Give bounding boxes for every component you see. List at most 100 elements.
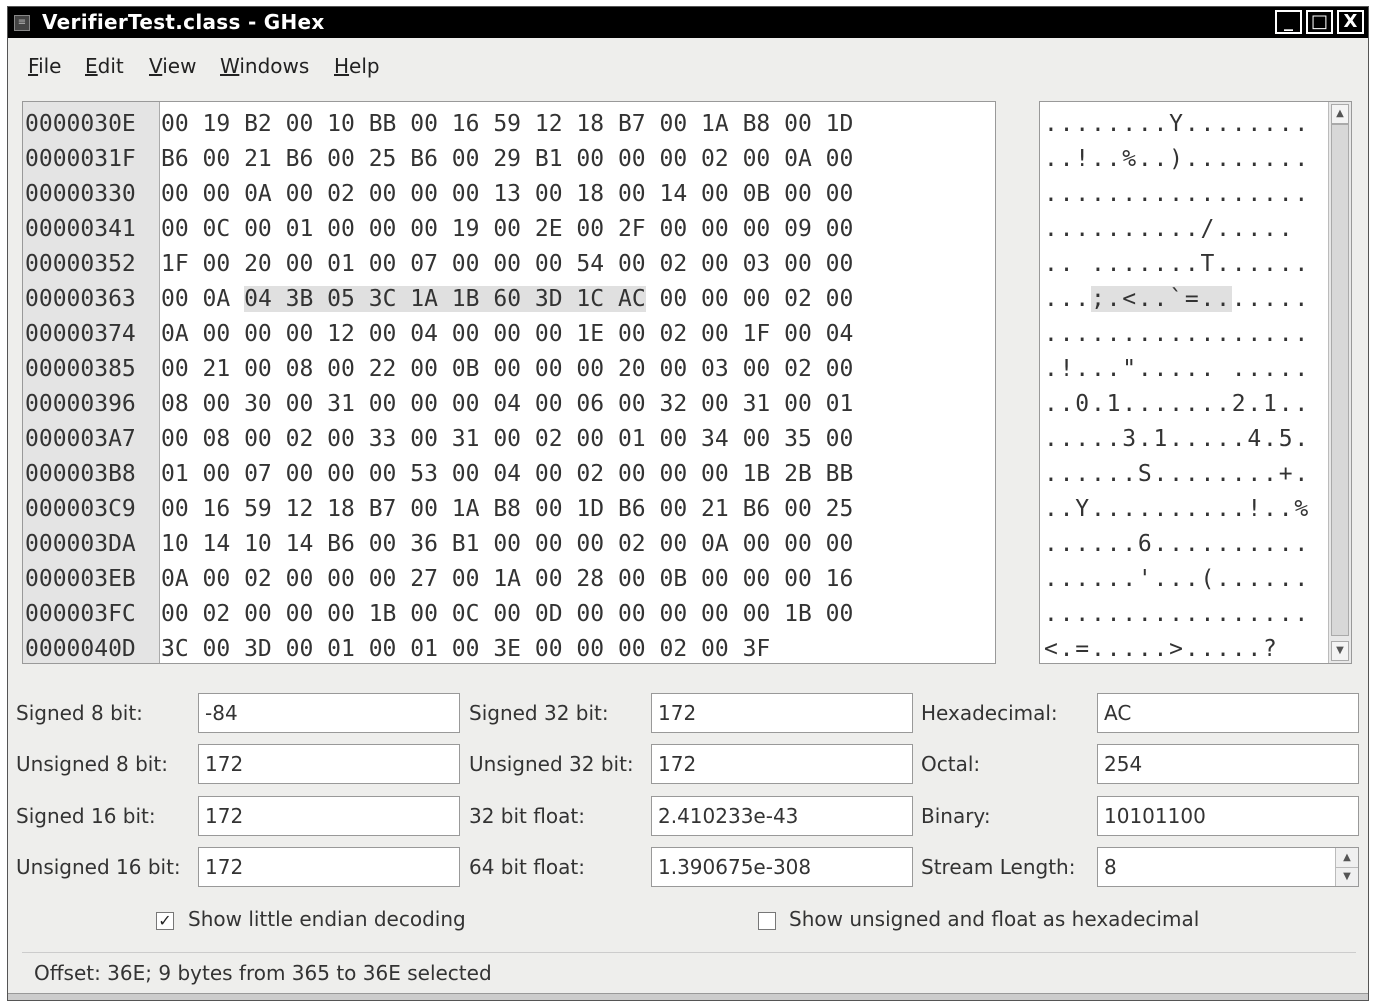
minimize-button[interactable]: _ — [1275, 10, 1302, 34]
row-offset: 0000040D — [25, 636, 136, 662]
row-hex-bytes[interactable]: B6 00 21 B6 00 25 B6 00 29 B1 00 00 00 0… — [161, 142, 853, 177]
scrollbar-thumb[interactable] — [1331, 124, 1349, 636]
hexadecimal-field[interactable]: AC — [1097, 693, 1359, 733]
row-hex-bytes[interactable]: 01 00 07 00 00 00 53 00 04 00 02 00 00 0… — [161, 457, 853, 492]
spin-buttons[interactable]: ▲ ▼ — [1335, 848, 1358, 886]
row-offset: 000003C9 — [25, 496, 136, 522]
window-bottom-edge — [8, 993, 1368, 1000]
row-hex-bytes[interactable]: 3C 00 3D 00 01 00 01 00 3E 00 00 00 02 0… — [161, 632, 770, 663]
maximize-button[interactable]: □ — [1306, 10, 1333, 34]
menu-help[interactable]: Help — [334, 54, 380, 78]
row-hex-bytes[interactable]: 00 21 00 08 00 22 00 0B 00 00 00 20 00 0… — [161, 352, 853, 387]
row-offset: 00000385 — [25, 356, 136, 382]
row-hex-bytes[interactable]: 00 16 59 12 18 B7 00 1A B8 00 1D B6 00 2… — [161, 492, 853, 527]
row-hex-bytes[interactable]: 0A 00 02 00 00 00 27 00 1A 00 28 00 0B 0… — [161, 562, 853, 597]
row-offset: 000003A7 — [25, 426, 136, 452]
row-hex-bytes[interactable]: 10 14 10 14 B6 00 36 B1 00 00 00 02 00 0… — [161, 527, 853, 562]
ascii-row[interactable]: ................. — [1044, 317, 1310, 352]
ascii-row[interactable]: ........../..... — [1044, 212, 1294, 247]
spin-up-icon[interactable]: ▲ — [1336, 848, 1358, 868]
row-hex-bytes[interactable]: 00 08 00 02 00 33 00 31 00 02 00 01 00 3… — [161, 422, 853, 457]
close-button[interactable]: X — [1337, 10, 1364, 34]
status-text: Offset: 36E; 9 bytes from 365 to 36E sel… — [34, 961, 492, 985]
signed-8-field[interactable]: -84 — [198, 693, 460, 733]
unsigned-16-label: Unsigned 16 bit: — [16, 855, 181, 879]
hexadecimal-label: Hexadecimal: — [921, 701, 1058, 725]
stream-length-spinner[interactable]: 8 ▲ ▼ — [1097, 847, 1359, 887]
ascii-chars[interactable]: ..... — [1232, 286, 1310, 312]
status-bar: Offset: 36E; 9 bytes from 365 to 36E sel… — [22, 952, 1356, 993]
scroll-down-icon[interactable]: ▼ — [1331, 641, 1349, 661]
row-hex-bytes[interactable]: 00 0A 04 3B 05 3C 1A 1B 60 3D 1C AC 00 0… — [161, 282, 853, 317]
ascii-row[interactable]: ..Y..........!..% — [1044, 492, 1310, 527]
row-offset: 00000352 — [25, 251, 136, 277]
ascii-row[interactable]: .!..."..... ..... — [1044, 352, 1310, 387]
ascii-row[interactable]: ......6.......... — [1044, 527, 1310, 562]
ascii-row[interactable]: ......'...(...... — [1044, 562, 1310, 597]
ascii-row[interactable]: ........Y........ — [1044, 107, 1310, 142]
unsigned-32-field[interactable]: 172 — [651, 744, 913, 784]
ascii-row[interactable]: ......S........+. — [1044, 457, 1310, 492]
row-offset: 000003B8 — [25, 461, 136, 487]
ascii-row[interactable]: ................. — [1044, 177, 1310, 212]
row-hex-bytes[interactable]: 00 19 B2 00 10 BB 00 16 59 12 18 B7 00 1… — [161, 107, 853, 142]
title-bar[interactable]: ≡ VerifierTest.class - GHex _ □ X — [8, 7, 1368, 38]
ascii-row[interactable]: ................. — [1044, 597, 1310, 632]
row-hex-bytes[interactable]: 00 00 0A 00 02 00 00 00 13 00 18 00 14 0… — [161, 177, 853, 212]
ascii-row[interactable]: ...;.<..`=....... — [1044, 282, 1310, 317]
ascii-row[interactable]: ..0.1.......2.1.. — [1044, 387, 1310, 422]
signed-8-label: Signed 8 bit: — [16, 701, 143, 725]
signed-16-field[interactable]: 172 — [198, 796, 460, 836]
scroll-up-icon[interactable]: ▲ — [1331, 104, 1349, 124]
stream-length-label: Stream Length: — [921, 855, 1076, 879]
signed-16-label: Signed 16 bit: — [16, 804, 156, 828]
row-hex-bytes[interactable]: 1F 00 20 00 01 00 07 00 00 00 54 00 02 0… — [161, 247, 853, 282]
menu-file[interactable]: File — [28, 54, 61, 78]
binary-field[interactable]: 10101100 — [1097, 796, 1359, 836]
little-endian-checkbox[interactable]: ✓ — [156, 912, 174, 930]
row-offset: 00000341 — [25, 216, 136, 242]
row-offset: 00000374 — [25, 321, 136, 347]
ghex-window: ≡ VerifierTest.class - GHex _ □ X File E… — [7, 6, 1369, 1001]
menu-windows[interactable]: Windows — [220, 54, 309, 78]
spin-down-icon[interactable]: ▼ — [1336, 868, 1358, 886]
ascii-row[interactable]: <.=.....>.....? — [1044, 632, 1279, 663]
menu-view[interactable]: View — [149, 54, 196, 78]
row-offset: 000003EB — [25, 566, 136, 592]
unsigned-hex-label[interactable]: Show unsigned and float as hexadecimal — [789, 907, 1199, 931]
signed-32-field[interactable]: 172 — [651, 693, 913, 733]
vertical-scrollbar[interactable]: ▲ ▼ — [1328, 102, 1351, 663]
ascii-chars[interactable]: ... — [1044, 286, 1091, 312]
octal-field[interactable]: 254 — [1097, 744, 1359, 784]
float-32-field[interactable]: 2.410233e-43 — [651, 796, 913, 836]
row-hex-bytes[interactable]: 00 0C 00 01 00 00 00 19 00 2E 00 2F 00 0… — [161, 212, 853, 247]
little-endian-label[interactable]: Show little endian decoding — [188, 907, 466, 931]
row-hex-bytes[interactable]: 08 00 30 00 31 00 00 00 04 00 06 00 32 0… — [161, 387, 853, 422]
row-hex-bytes[interactable]: 0A 00 00 00 12 00 04 00 00 00 1E 00 02 0… — [161, 317, 853, 352]
selected-ascii[interactable]: ;.<..`=.. — [1090, 286, 1232, 312]
hex-bytes[interactable]: 00 0A — [161, 286, 244, 312]
float-64-label: 64 bit float: — [469, 855, 585, 879]
window-title: VerifierTest.class - GHex — [42, 10, 325, 34]
menu-edit[interactable]: Edit — [85, 54, 124, 78]
unsigned-8-field[interactable]: 172 — [198, 744, 460, 784]
hex-bytes[interactable]: 00 00 00 02 00 — [646, 286, 854, 312]
ascii-row[interactable]: .. .......T...... — [1044, 247, 1310, 282]
row-offset: 00000363 — [25, 286, 136, 312]
ascii-row[interactable]: .....3.1.....4.5. — [1044, 422, 1310, 457]
ascii-row[interactable]: ..!..%..)........ — [1044, 142, 1310, 177]
row-offset: 000003FC — [25, 601, 136, 627]
unsigned-hex-checkbox[interactable] — [758, 912, 776, 930]
signed-32-label: Signed 32 bit: — [469, 701, 609, 725]
float-64-field[interactable]: 1.390675e-308 — [651, 847, 913, 887]
unsigned-32-label: Unsigned 32 bit: — [469, 752, 634, 776]
hex-view[interactable]: 0000030E 00 19 B2 00 10 BB 00 16 59 12 18… — [22, 101, 996, 664]
selected-bytes[interactable]: 04 3B 05 3C 1A 1B 60 3D 1C AC — [244, 286, 646, 312]
row-hex-bytes[interactable]: 00 02 00 00 00 1B 00 0C 00 0D 00 00 00 0… — [161, 597, 853, 632]
row-offset: 0000030E — [25, 111, 136, 137]
row-offset: 00000330 — [25, 181, 136, 207]
app-menu-icon[interactable]: ≡ — [14, 15, 30, 31]
unsigned-8-label: Unsigned 8 bit: — [16, 752, 168, 776]
ascii-view[interactable]: ........Y..........!..%..)..............… — [1039, 101, 1352, 664]
unsigned-16-field[interactable]: 172 — [198, 847, 460, 887]
